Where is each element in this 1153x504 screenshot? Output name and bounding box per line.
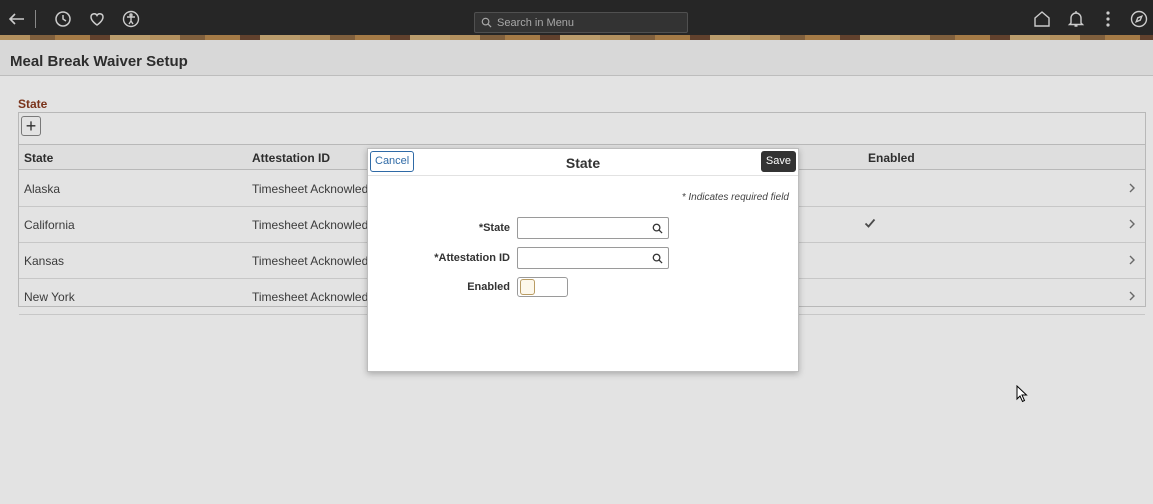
modal-title: State: [565, 155, 601, 171]
enabled-label: Enabled: [467, 281, 510, 293]
enabled-toggle[interactable]: [517, 277, 568, 297]
attestation-id-field[interactable]: [517, 247, 669, 269]
modal-header: Cancel State Save: [368, 149, 798, 176]
search-icon[interactable]: [652, 223, 663, 234]
toggle-knob[interactable]: [520, 279, 535, 295]
state-label: *State: [478, 222, 510, 234]
state-field[interactable]: [517, 217, 669, 239]
required-field-note: * Indicates required field: [681, 192, 789, 203]
mouse-cursor-icon: [1016, 385, 1028, 403]
state-modal: Cancel State Save * Indicates required f…: [367, 148, 799, 372]
save-button[interactable]: Save: [760, 151, 796, 172]
attestation-id-label: *Attestation ID: [434, 252, 510, 264]
search-icon[interactable]: [652, 253, 663, 264]
